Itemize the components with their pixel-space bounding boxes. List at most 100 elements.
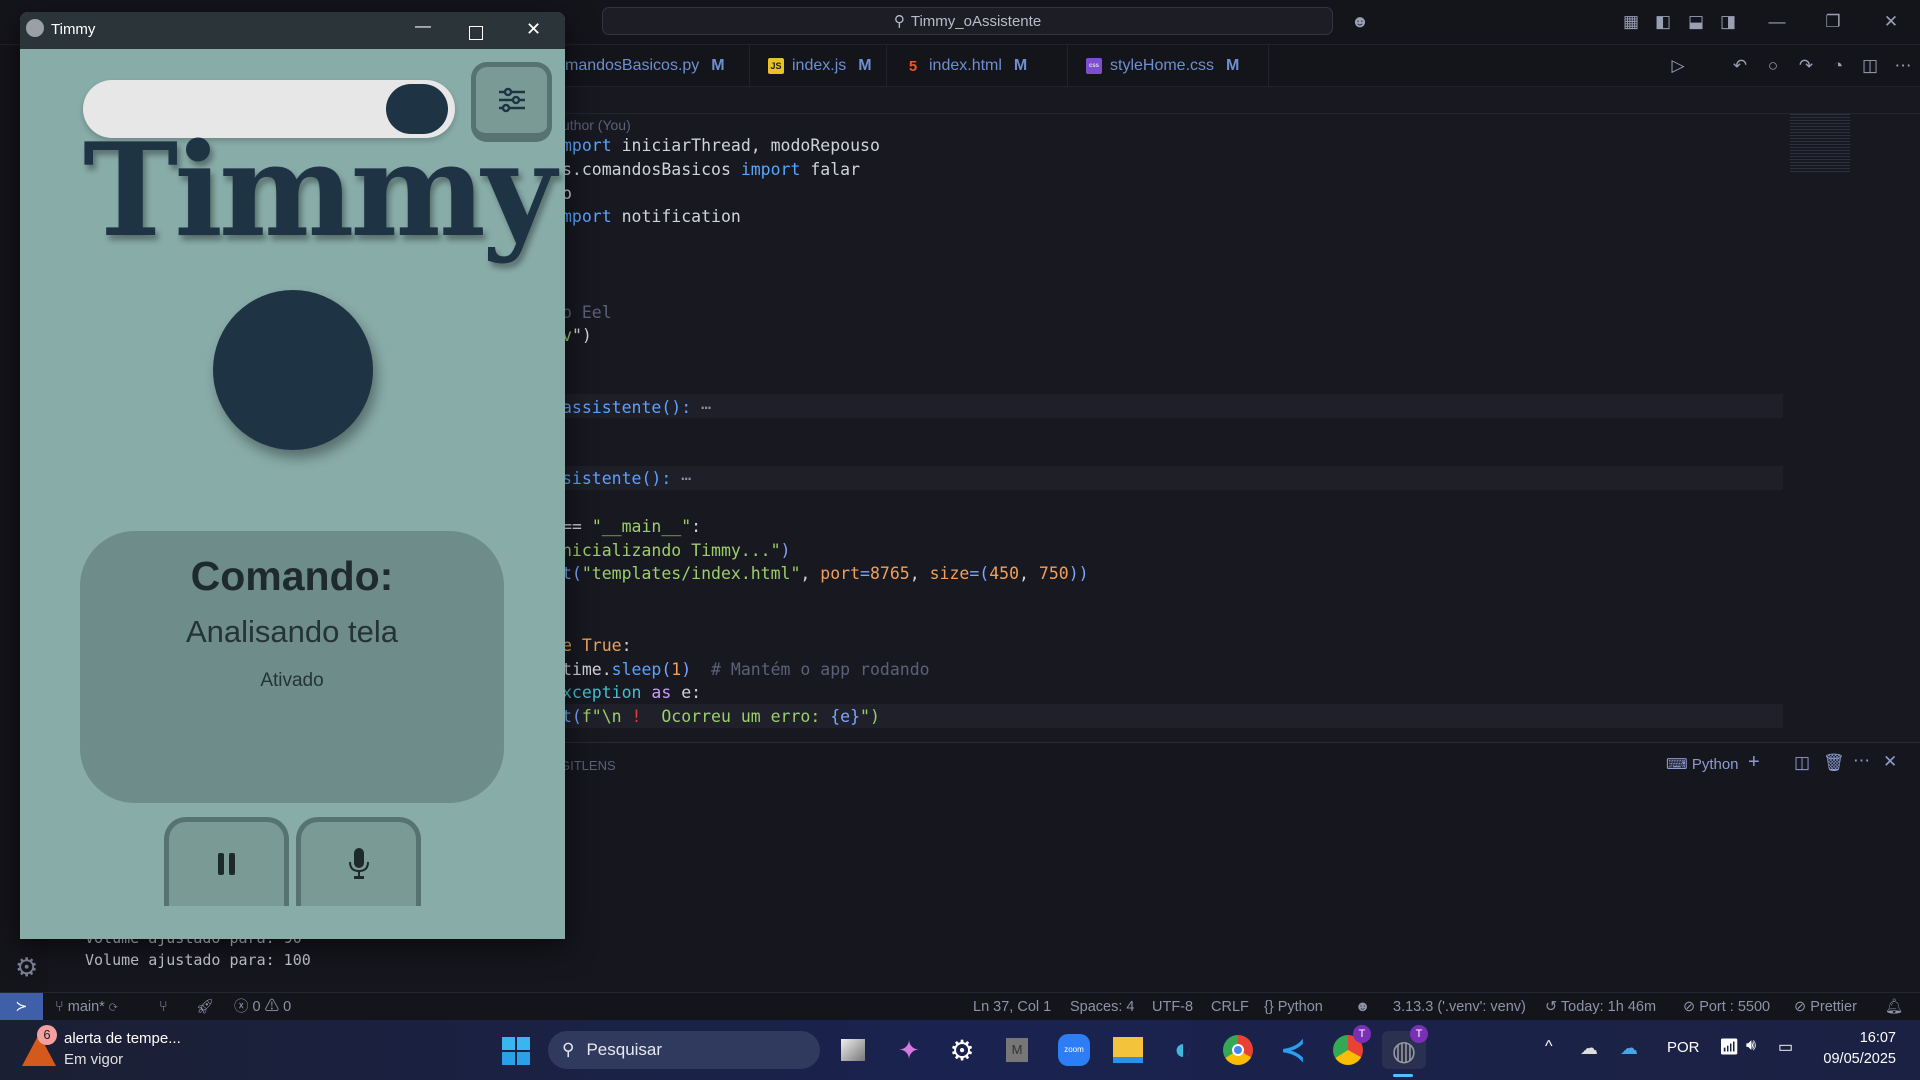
code-line: sistente(): ⋯: [562, 467, 691, 491]
remote-indicator[interactable]: ≻: [0, 993, 43, 1021]
split-terminal-icon[interactable]: ◫: [1794, 753, 1810, 773]
git-graph-icon[interactable]: ⑂: [159, 993, 168, 1021]
task-view-icon[interactable]: [834, 1031, 872, 1069]
minimize-icon[interactable]: —: [415, 18, 431, 36]
timmy-logo: Timmy: [83, 116, 556, 266]
command-card: Comando: Analisando tela Ativado: [80, 531, 504, 803]
code-token: e:: [681, 683, 702, 703]
new-terminal-icon[interactable]: +: [1748, 751, 1760, 774]
language-indicator[interactable]: POR: [1667, 1039, 1700, 1056]
cursor-position[interactable]: Ln 37, Col 1: [973, 993, 1051, 1021]
terminal-profile[interactable]: ⌨ Python: [1666, 755, 1739, 773]
language-mode[interactable]: {} Python: [1264, 993, 1323, 1021]
assistant-orb[interactable]: [213, 290, 373, 450]
taskbar-search-label: Pesquisar: [586, 1040, 663, 1059]
weather-alert-title[interactable]: alerta de tempe...: [64, 1030, 181, 1047]
tab-styleHome-css[interactable]: css styleHome.css M: [1068, 45, 1269, 87]
cloud-icon[interactable]: ☁: [1580, 1038, 1598, 1059]
copilot-status-icon[interactable]: ☻: [1355, 993, 1370, 1021]
panel-tab-gitlens[interactable]: GITLENS: [560, 758, 616, 773]
copilot-icon[interactable]: ☻: [1348, 10, 1372, 34]
code-line: mport notification: [562, 205, 741, 229]
code-token: ): [780, 540, 791, 560]
changes-icon[interactable]: ○: [1761, 54, 1785, 78]
clock[interactable]: 16:07 09/05/2025: [1810, 1028, 1896, 1070]
toggle-secondary-sidebar-icon[interactable]: ◨: [1716, 10, 1740, 34]
start-button[interactable]: [502, 1037, 530, 1065]
minimize-icon[interactable]: —: [1765, 10, 1789, 34]
close-panel-icon[interactable]: ✕: [1883, 752, 1897, 772]
customize-layout-icon[interactable]: ▦: [1619, 10, 1643, 34]
minimap[interactable]: [1790, 114, 1850, 174]
more-actions-icon[interactable]: ⋯: [1891, 54, 1915, 78]
command-title: Comando:: [190, 553, 394, 599]
chrome-icon[interactable]: [1219, 1031, 1257, 1069]
timmy-app-icon[interactable]: ◍ T: [1382, 1025, 1428, 1069]
pause-icon: [217, 853, 235, 875]
encoding[interactable]: UTF-8: [1152, 993, 1193, 1021]
prettier-status[interactable]: ⊘ Prettier: [1794, 993, 1857, 1021]
microphone-button[interactable]: [296, 817, 421, 906]
battery-icon[interactable]: ▭: [1778, 1037, 1793, 1057]
tab-index-js[interactable]: JS index.js M: [750, 45, 887, 87]
code-token: 450: [989, 564, 1020, 584]
folded-line-highlight: [548, 394, 1783, 418]
vscode-icon[interactable]: ≺: [1274, 1031, 1312, 1069]
run-icon[interactable]: ▷: [1666, 54, 1690, 78]
show-hidden-icons[interactable]: ^: [1545, 1038, 1553, 1056]
timmy-title-bar[interactable]: Timmy — ✕: [20, 12, 565, 49]
active-app-indicator: [1393, 1074, 1413, 1077]
code-token: size: [929, 564, 970, 584]
time-tracker[interactable]: ↺ Today: 1h 46m: [1545, 993, 1656, 1021]
pause-button[interactable]: [164, 817, 289, 906]
restore-icon[interactable]: ❐: [1821, 10, 1845, 34]
app-m-icon[interactable]: M: [998, 1031, 1036, 1069]
line-ending[interactable]: CRLF: [1211, 993, 1249, 1021]
maximize-icon[interactable]: [469, 26, 483, 40]
go-forward-changes-icon[interactable]: ↷: [1794, 54, 1818, 78]
taskbar-search[interactable]: ⚲ Pesquisar: [548, 1031, 820, 1069]
python-interpreter[interactable]: 3.13.3 ('.venv': venv): [1393, 993, 1526, 1021]
tab-index-html[interactable]: 5 index.html M: [887, 45, 1068, 87]
edge-icon[interactable]: ◐: [1164, 1031, 1202, 1069]
branch-status[interactable]: ⑂ main* ⟳: [55, 993, 118, 1021]
settings-gear-icon[interactable]: ⚙: [15, 952, 38, 983]
split-editor-icon[interactable]: ◫: [1858, 54, 1882, 78]
indentation[interactable]: Spaces: 4: [1070, 993, 1135, 1021]
zoom-icon[interactable]: zoom: [1055, 1031, 1093, 1069]
more-icon[interactable]: ⋯: [1853, 751, 1870, 771]
problems-status[interactable]: ⓧ 0 ⚠ 0: [234, 993, 291, 1021]
warning-count: 0: [283, 999, 292, 1015]
error-count: 0: [252, 999, 261, 1015]
command-center-search[interactable]: ⚲ Timmy_oAssistente: [602, 7, 1333, 35]
code-token: notification: [621, 207, 741, 227]
bell-icon[interactable]: 🔔︎: [1885, 993, 1903, 1021]
gitlens-icon[interactable]: ◔: [1826, 54, 1850, 78]
close-icon[interactable]: ✕: [526, 19, 541, 40]
trash-icon[interactable]: 🗑: [1823, 753, 1845, 773]
tab-comandosBasicos[interactable]: mandosBasicos.py M: [565, 45, 750, 87]
tab-label: styleHome.css: [1110, 57, 1215, 74]
code-token: :: [691, 516, 702, 536]
weather-alert-subtitle: Em vigor: [64, 1051, 124, 1068]
branch-name: main*: [67, 999, 105, 1015]
go-back-changes-icon[interactable]: ↶: [1728, 54, 1752, 78]
toggle-panel-icon[interactable]: ⬓: [1684, 10, 1708, 34]
code-line: t(f"\n ! Ocorreu um erro: {e}"): [562, 705, 880, 729]
settings-app-icon[interactable]: ⚙: [943, 1031, 981, 1069]
tab-label: index.js: [792, 57, 847, 74]
modified-badge: M: [858, 57, 872, 74]
code-token: mport: [562, 207, 622, 227]
copilot-app-icon[interactable]: ✦: [890, 1031, 928, 1069]
volume-icon[interactable]: 🔊︎: [1746, 1037, 1756, 1055]
close-icon[interactable]: ✕: [1879, 10, 1903, 34]
timmy-window: Timmy — ✕ Timmy Comando: Analisando tela…: [20, 12, 565, 939]
wifi-icon[interactable]: 📶︎: [1719, 1037, 1739, 1057]
rocket-icon[interactable]: 🚀︎: [196, 993, 214, 1021]
file-explorer-icon[interactable]: [1109, 1031, 1147, 1069]
chrome-profile-icon[interactable]: T: [1329, 1025, 1371, 1069]
onedrive-icon[interactable]: ☁: [1620, 1038, 1638, 1059]
live-server-port[interactable]: ⊘ Port : 5500: [1683, 993, 1770, 1021]
toggle-sidebar-icon[interactable]: ◧: [1651, 10, 1675, 34]
tab-label: mandosBasicos.py: [565, 57, 700, 74]
